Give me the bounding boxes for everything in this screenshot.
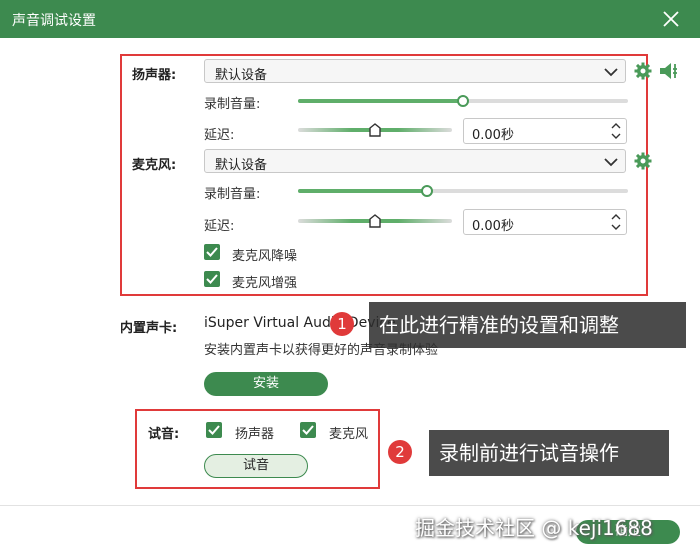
window-title: 声音调试设置 [12, 13, 96, 29]
microphone-delay-slider[interactable] [298, 214, 452, 228]
soundcard-device: iSuper Virtual Audio Device [204, 315, 396, 331]
noise-reduction-checkbox[interactable] [204, 244, 220, 260]
microphone-delay-label: 延迟: [204, 219, 235, 234]
chevron-down-icon [604, 158, 618, 167]
test-label: 试音: [148, 427, 180, 442]
speaker-volume-icon[interactable] [659, 61, 681, 81]
test-mic-label: 麦克风 [329, 427, 369, 442]
test-speaker-label: 扬声器 [235, 427, 275, 442]
watermark-text: 掘金技术社区 @ keji1688 [415, 516, 653, 540]
annotation-badge-2: 2 [388, 440, 412, 464]
microphone-device-select[interactable]: 默认设备 [204, 149, 626, 173]
checkmark-icon [206, 274, 218, 284]
speaker-volume-label: 录制音量: [204, 97, 261, 112]
speaker-delay-slider[interactable] [298, 123, 452, 137]
test-speaker-checkbox[interactable] [206, 422, 222, 438]
annotation-callout-1: 在此进行精准的设置和调整 [369, 302, 686, 348]
microphone-settings-gear-icon[interactable] [634, 152, 652, 170]
speaker-delay-spinbox[interactable]: 0.00秒 [463, 118, 627, 144]
mic-enhance-label: 麦克风增强 [232, 276, 298, 291]
annotation-badge-1: 1 [330, 312, 354, 336]
microphone-label: 麦克风: [132, 158, 177, 173]
noise-reduction-label: 麦克风降噪 [232, 249, 298, 264]
speaker-settings-gear-icon[interactable] [634, 62, 652, 80]
microphone-volume-slider[interactable] [298, 184, 628, 198]
soundcard-label: 内置声卡: [120, 321, 178, 336]
mic-enhance-checkbox[interactable] [204, 271, 220, 287]
microphone-device-value: 默认设备 [215, 158, 268, 173]
speaker-device-value: 默认设备 [215, 68, 268, 83]
spin-arrows-icon[interactable] [610, 211, 622, 233]
checkmark-icon [206, 247, 218, 257]
speaker-volume-slider[interactable] [298, 94, 628, 108]
microphone-delay-spinbox[interactable]: 0.00秒 [463, 209, 627, 235]
checkmark-icon [302, 425, 314, 435]
annotation-callout-2: 录制前进行试音操作 [429, 430, 669, 476]
settings-highlight-box [120, 54, 648, 296]
sound-test-button[interactable]: 试音 [204, 454, 308, 478]
checkmark-icon [208, 425, 220, 435]
test-mic-checkbox[interactable] [300, 422, 316, 438]
speaker-delay-value: 0.00秒 [472, 128, 514, 143]
microphone-delay-value: 0.00秒 [472, 219, 514, 234]
title-bar: 声音调试设置 [0, 0, 700, 38]
speaker-device-select[interactable]: 默认设备 [204, 59, 626, 83]
chevron-down-icon [604, 68, 618, 77]
spin-arrows-icon[interactable] [610, 120, 622, 142]
microphone-volume-label: 录制音量: [204, 187, 261, 202]
speaker-label: 扬声器: [132, 68, 177, 83]
footer-divider [0, 505, 700, 506]
close-icon[interactable] [660, 8, 682, 30]
speaker-delay-label: 延迟: [204, 128, 235, 143]
install-button[interactable]: 安装 [204, 372, 328, 396]
